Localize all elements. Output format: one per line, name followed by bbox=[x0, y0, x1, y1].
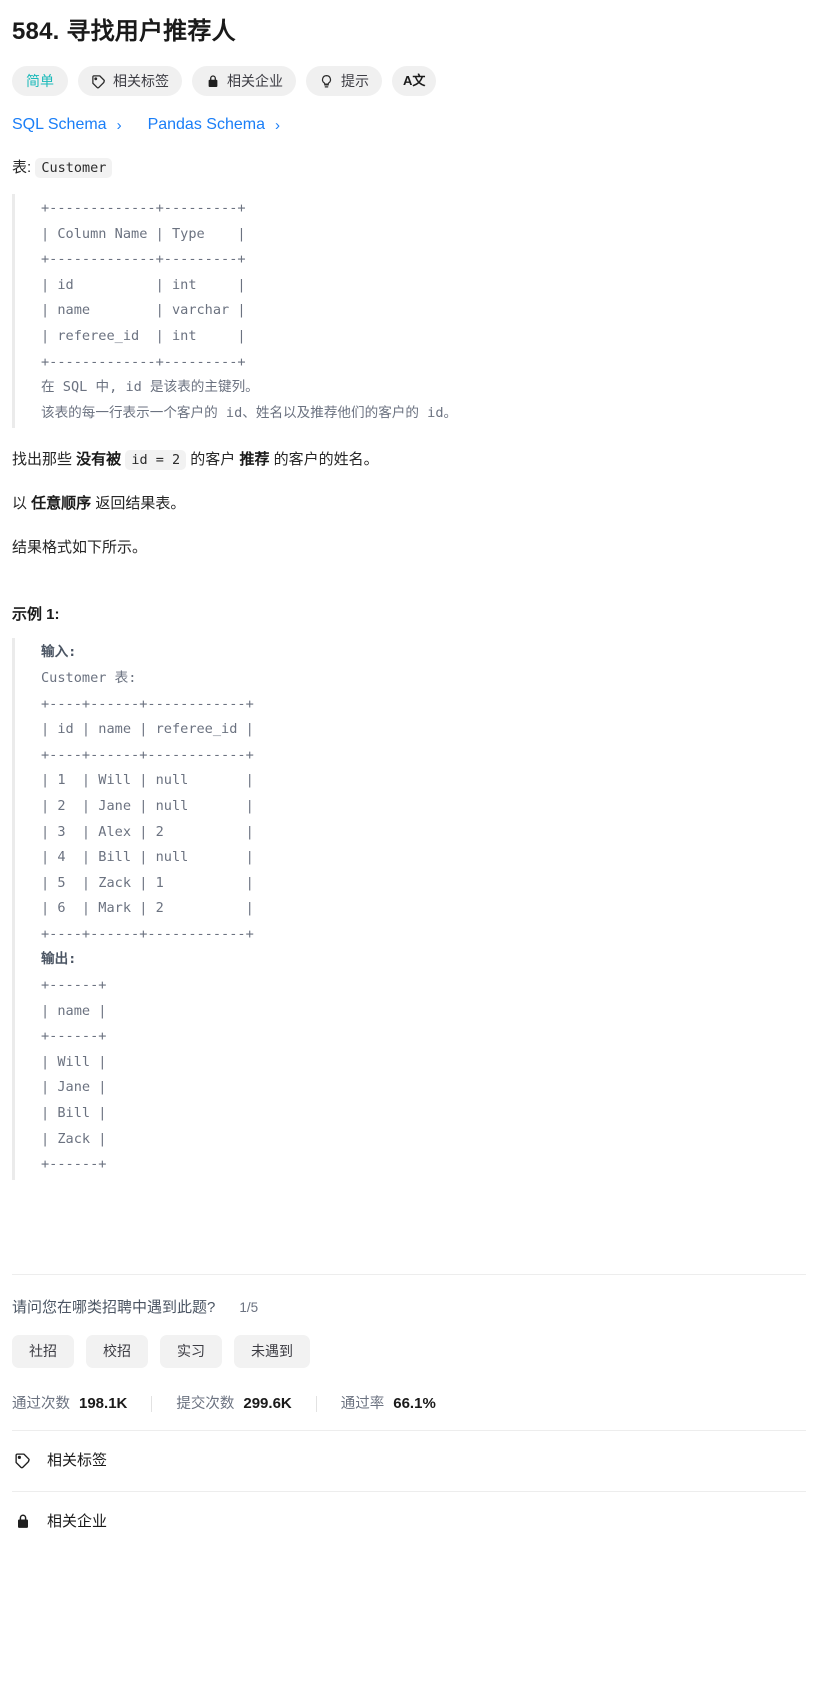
tag-icon bbox=[14, 1452, 31, 1469]
tag-icon bbox=[91, 74, 106, 89]
order-text-2: 返回结果表。 bbox=[91, 495, 186, 513]
example-output-table: +------+ | name | +------+ | Will | | Ja… bbox=[41, 977, 107, 1173]
pandas-schema-link[interactable]: Pandas Schema › bbox=[148, 114, 280, 136]
related-companies-label: 相关企业 bbox=[227, 73, 283, 89]
example-code-block: 输入: Customer 表: +----+------+-----------… bbox=[12, 638, 806, 1180]
survey-option-xiaozhao[interactable]: 校招 bbox=[86, 1334, 148, 1368]
difficulty-badge[interactable]: 简单 bbox=[12, 66, 68, 96]
problem-page: 584. 寻找用户推荐人 简单 相关标签 相关企业 提示 A文 SQL Sche… bbox=[0, 0, 818, 1552]
order-statement: 以 任意顺序 返回结果表。 bbox=[12, 492, 806, 516]
hints-button[interactable]: 提示 bbox=[306, 66, 382, 96]
survey-options: 社招 校招 实习 未遇到 bbox=[12, 1334, 806, 1368]
stat-submissions-label: 提交次数 bbox=[176, 1395, 235, 1412]
stat-accepted: 通过次数 198.1K bbox=[12, 1394, 127, 1414]
stat-accepted-value: 198.1K bbox=[79, 1394, 128, 1412]
footer-related-companies-row[interactable]: 相关企业 bbox=[12, 1490, 806, 1552]
sql-schema-link[interactable]: SQL Schema › bbox=[12, 114, 122, 136]
stat-submissions-value: 299.6K bbox=[243, 1394, 292, 1412]
problem-description: 表: Customer +-------------+---------+ | … bbox=[12, 156, 806, 1180]
order-bold: 任意顺序 bbox=[31, 495, 92, 513]
task-bold-1: 没有被 bbox=[76, 451, 122, 469]
example-input-table: +----+------+------------+ | id | name |… bbox=[41, 695, 254, 942]
page-title: 584. 寻找用户推荐人 bbox=[12, 18, 236, 45]
related-companies-button[interactable]: 相关企业 bbox=[192, 66, 296, 96]
schema-links: SQL Schema › Pandas Schema › bbox=[12, 114, 806, 136]
footer-related-companies-label: 相关企业 bbox=[47, 1512, 108, 1530]
translate-icon-label: A文 bbox=[403, 73, 426, 88]
stat-acceptance-label: 通过率 bbox=[340, 1395, 385, 1412]
task-text-1: 找出那些 bbox=[12, 451, 77, 469]
stat-submissions: 提交次数 299.6K bbox=[176, 1394, 291, 1414]
example-input-caption: Customer 表: bbox=[41, 669, 137, 686]
table-name: Customer bbox=[35, 158, 113, 178]
stat-acceptance-value: 66.1% bbox=[393, 1394, 436, 1412]
chevron-right-icon: › bbox=[274, 116, 280, 134]
survey-section: 请问您在哪类招聘中遇到此题? 1/5 社招 校招 实习 未遇到 bbox=[12, 1275, 806, 1368]
related-tags-label: 相关标签 bbox=[113, 73, 169, 89]
survey-option-shezhao[interactable]: 社招 bbox=[12, 1334, 74, 1368]
hints-label: 提示 bbox=[341, 73, 369, 89]
translate-button[interactable]: A文 bbox=[392, 66, 437, 96]
survey-question: 请问您在哪类招聘中遇到此题? bbox=[12, 1298, 216, 1316]
task-code: id = 2 bbox=[125, 450, 187, 471]
table-intro: 表: Customer bbox=[12, 156, 806, 180]
survey-question-row: 请问您在哪类招聘中遇到此题? 1/5 bbox=[12, 1297, 806, 1319]
example-output-label: 输出: bbox=[41, 951, 77, 968]
problem-meta-badges: 简单 相关标签 相关企业 提示 A文 bbox=[12, 66, 806, 96]
stat-acceptance-rate: 通过率 66.1% bbox=[341, 1394, 436, 1414]
footer-related-tags-row[interactable]: 相关标签 bbox=[12, 1429, 806, 1491]
survey-option-shixi[interactable]: 实习 bbox=[160, 1334, 222, 1368]
pandas-schema-label: Pandas Schema bbox=[147, 116, 265, 133]
stat-separator bbox=[151, 1395, 153, 1412]
order-text-1: 以 bbox=[12, 495, 32, 513]
difficulty-label: 简单 bbox=[26, 73, 54, 89]
table-intro-prefix: 表: bbox=[12, 159, 36, 176]
task-text-3: 的客户的姓名。 bbox=[269, 451, 379, 469]
format-note: 结果格式如下所示。 bbox=[12, 539, 148, 557]
stat-separator bbox=[315, 1395, 317, 1412]
problem-stats: 通过次数 198.1K 提交次数 299.6K 通过率 66.1% bbox=[12, 1394, 806, 1414]
task-statement: 找出那些 没有被 id = 2 的客户 推荐 的客户的姓名。 bbox=[12, 448, 806, 472]
example-heading: 示例 1: bbox=[12, 606, 60, 624]
lock-icon bbox=[14, 1513, 31, 1530]
survey-option-weiyudao[interactable]: 未遇到 bbox=[234, 1334, 310, 1368]
task-text-2: 的客户 bbox=[186, 451, 240, 469]
survey-counter: 1/5 bbox=[239, 1299, 259, 1315]
lock-icon bbox=[205, 74, 220, 89]
sql-schema-label: SQL Schema bbox=[12, 116, 107, 133]
related-tags-button[interactable]: 相关标签 bbox=[78, 66, 182, 96]
bulb-icon bbox=[319, 74, 334, 89]
example-input-label: 输入: bbox=[41, 644, 77, 661]
schema-code-block: +-------------+---------+ | Column Name … bbox=[12, 194, 806, 429]
footer-related-tags-label: 相关标签 bbox=[47, 1451, 108, 1469]
task-bold-2: 推荐 bbox=[239, 451, 270, 469]
stat-accepted-label: 通过次数 bbox=[12, 1395, 70, 1412]
chevron-right-icon: › bbox=[116, 116, 122, 134]
